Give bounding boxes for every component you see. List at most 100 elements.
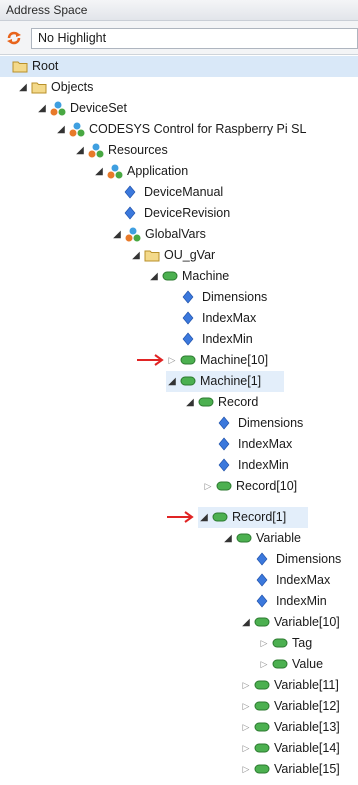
variable-pill-icon	[216, 476, 232, 497]
refresh-icon[interactable]	[6, 30, 22, 46]
expanded-triangle-icon[interactable]: ◢	[74, 140, 86, 161]
variable-pill-icon	[254, 759, 270, 780]
tree-node-record-dimensions[interactable]: Dimensions	[218, 413, 303, 434]
collapsed-triangle-icon[interactable]: ▷	[166, 350, 178, 371]
collapsed-triangle-icon[interactable]: ▷	[258, 654, 270, 675]
property-diamond-icon	[256, 591, 272, 612]
collapsed-triangle-icon[interactable]: ▷	[258, 633, 270, 654]
tree-node-variable-dimensions[interactable]: Dimensions	[256, 549, 341, 570]
tree-node-label: Root	[32, 59, 59, 73]
object-cube-icon	[50, 98, 66, 119]
tree-node-label: IndexMin	[276, 594, 327, 608]
variable-pill-icon	[212, 507, 228, 528]
tree-node-resources[interactable]: ◢ Resources	[74, 140, 168, 161]
object-cube-icon	[125, 224, 141, 245]
object-cube-icon	[107, 161, 123, 182]
tree-node-variable-indexmin[interactable]: IndexMin	[256, 591, 327, 612]
tree-node-label: GlobalVars	[145, 227, 206, 241]
tree-node-label: Machine[1]	[200, 374, 262, 388]
tree-node-label: OU_gVar	[164, 248, 216, 262]
variable-pill-icon	[254, 612, 270, 633]
tree-node-deviceset[interactable]: ◢ DeviceSet	[36, 98, 127, 119]
tree-node-label: DeviceManual	[144, 185, 224, 199]
tree-node-variable-14[interactable]: ▷ Variable[14]	[240, 738, 340, 759]
expanded-triangle-icon[interactable]: ◢	[222, 528, 234, 549]
tree-node-device-revision[interactable]: DeviceRevision	[124, 203, 230, 224]
expanded-triangle-icon[interactable]: ◢	[36, 98, 48, 119]
property-diamond-icon	[182, 287, 198, 308]
property-diamond-icon	[182, 329, 198, 350]
tree-node-device[interactable]: ◢ CODESYS Control for Raspberry Pi SL	[55, 119, 306, 140]
tree-node-variable-indexmax[interactable]: IndexMax	[256, 570, 330, 591]
tree-node-objects[interactable]: ◢ Objects	[17, 77, 93, 98]
tree-node-record-10[interactable]: ▷ Record[10]	[202, 476, 298, 497]
expanded-triangle-icon[interactable]: ◢	[111, 224, 123, 245]
expanded-triangle-icon[interactable]: ◢	[148, 266, 160, 287]
collapsed-triangle-icon[interactable]: ▷	[240, 717, 252, 738]
tree-node-variable-13[interactable]: ▷ Variable[13]	[240, 717, 340, 738]
collapsed-triangle-icon[interactable]: ▷	[240, 696, 252, 717]
tree-node-globalvars[interactable]: ◢ GlobalVars	[111, 224, 206, 245]
variable-pill-icon	[236, 528, 252, 549]
tree-node-root[interactable]: Root	[0, 56, 358, 77]
collapsed-triangle-icon[interactable]: ▷	[240, 738, 252, 759]
folder-icon	[31, 77, 47, 98]
tree-node-variable[interactable]: ◢ Variable	[222, 528, 301, 549]
tree-node-label: IndexMax	[276, 573, 331, 587]
tree-node-label: Tag	[292, 636, 313, 650]
collapsed-triangle-icon[interactable]: ▷	[240, 675, 252, 696]
tree-node-label: Machine[10]	[200, 353, 269, 367]
collapsed-triangle-icon[interactable]: ▷	[202, 476, 214, 497]
tree-node-machine[interactable]: ◢ Machine	[148, 266, 229, 287]
expanded-triangle-icon[interactable]: ◢	[184, 392, 196, 413]
variable-pill-icon	[162, 266, 178, 287]
tree-node-label: IndexMax	[238, 437, 293, 451]
tree-node-label: Variable[15]	[274, 762, 340, 776]
tree-node-record-indexmin[interactable]: IndexMin	[218, 455, 289, 476]
highlight-select-value: No Highlight	[38, 31, 107, 45]
tree-node-record-indexmax[interactable]: IndexMax	[218, 434, 292, 455]
object-cube-icon	[69, 119, 85, 140]
tree-node-label: Resources	[108, 143, 168, 157]
highlight-select[interactable]: No Highlight	[31, 28, 358, 49]
variable-pill-icon	[254, 675, 270, 696]
tree-node-machine-10[interactable]: ▷ Machine[10]	[166, 350, 269, 371]
tree-node-label: Variable[13]	[274, 720, 340, 734]
tree-node-label: Record[10]	[236, 479, 298, 493]
tree-node-label: Variable[14]	[274, 741, 340, 755]
expanded-triangle-icon[interactable]: ◢	[55, 119, 67, 140]
tree-node-application[interactable]: ◢ Application	[93, 161, 188, 182]
variable-pill-icon	[272, 633, 288, 654]
expanded-triangle-icon[interactable]: ◢	[130, 245, 142, 266]
tree-node-record[interactable]: ◢ Record	[184, 392, 258, 413]
tree-node-machine-1[interactable]: ◢ Machine[1]	[166, 371, 284, 392]
tree-node-variable-12[interactable]: ▷ Variable[12]	[240, 696, 340, 717]
tree-node-variable-10[interactable]: ◢ Variable[10]	[240, 612, 340, 633]
tree-node-label: Variable[12]	[274, 699, 340, 713]
tree-node-label: Record[1]	[232, 510, 287, 524]
tree-node-label: IndexMax	[202, 311, 257, 325]
tree-node-label: Value	[292, 657, 324, 671]
collapsed-triangle-icon[interactable]: ▷	[240, 759, 252, 780]
tree-node-machine-indexmax[interactable]: IndexMax	[182, 308, 256, 329]
tree-node-value[interactable]: ▷ Value	[258, 654, 324, 675]
expanded-triangle-icon[interactable]: ◢	[198, 507, 210, 528]
expanded-triangle-icon[interactable]: ◢	[93, 161, 105, 182]
expanded-triangle-icon[interactable]: ◢	[240, 612, 252, 633]
expanded-triangle-icon[interactable]: ◢	[17, 77, 29, 98]
property-diamond-icon	[218, 455, 234, 476]
tree-node-tag[interactable]: ▷ Tag	[258, 633, 313, 654]
variable-pill-icon	[254, 696, 270, 717]
tree-node-machine-indexmin[interactable]: IndexMin	[182, 329, 253, 350]
tree-node-variable-11[interactable]: ▷ Variable[11]	[240, 675, 339, 696]
highlight-toolbar: No Highlight	[0, 21, 358, 55]
expanded-triangle-icon[interactable]: ◢	[166, 371, 178, 392]
tree-node-label: IndexMin	[202, 332, 253, 346]
tree-node-record-1[interactable]: ◢ Record[1]	[198, 507, 308, 528]
tree-node-machine-dimensions[interactable]: Dimensions	[182, 287, 267, 308]
tree-node-device-manual[interactable]: DeviceManual	[124, 182, 223, 203]
tree-node-label: Objects	[51, 80, 94, 94]
tree-node-ou-gvar[interactable]: ◢ OU_gVar	[130, 245, 215, 266]
variable-pill-icon	[180, 371, 196, 392]
tree-node-variable-15[interactable]: ▷ Variable[15]	[240, 759, 340, 780]
